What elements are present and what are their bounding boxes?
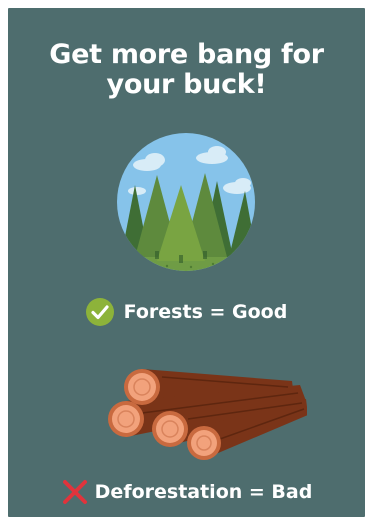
poster-card: Get more bang for your buck! Forests = G… [8, 8, 365, 517]
title-line-2: your buck! [106, 69, 267, 100]
forest-illustration [117, 133, 255, 271]
forests-good-row: Forests = Good [8, 295, 365, 329]
cross-icon [61, 478, 89, 506]
logs-illustration [108, 369, 307, 460]
poster-title: Get more bang for your buck! [8, 40, 365, 100]
deforestation-bad-label: Deforestation = Bad [94, 481, 313, 503]
deforestation-bad-row: Deforestation = Bad [8, 475, 365, 509]
title-line-1: Get more bang for [49, 39, 324, 70]
check-circle-icon [85, 298, 114, 326]
forests-good-label: Forests = Good [123, 301, 288, 323]
